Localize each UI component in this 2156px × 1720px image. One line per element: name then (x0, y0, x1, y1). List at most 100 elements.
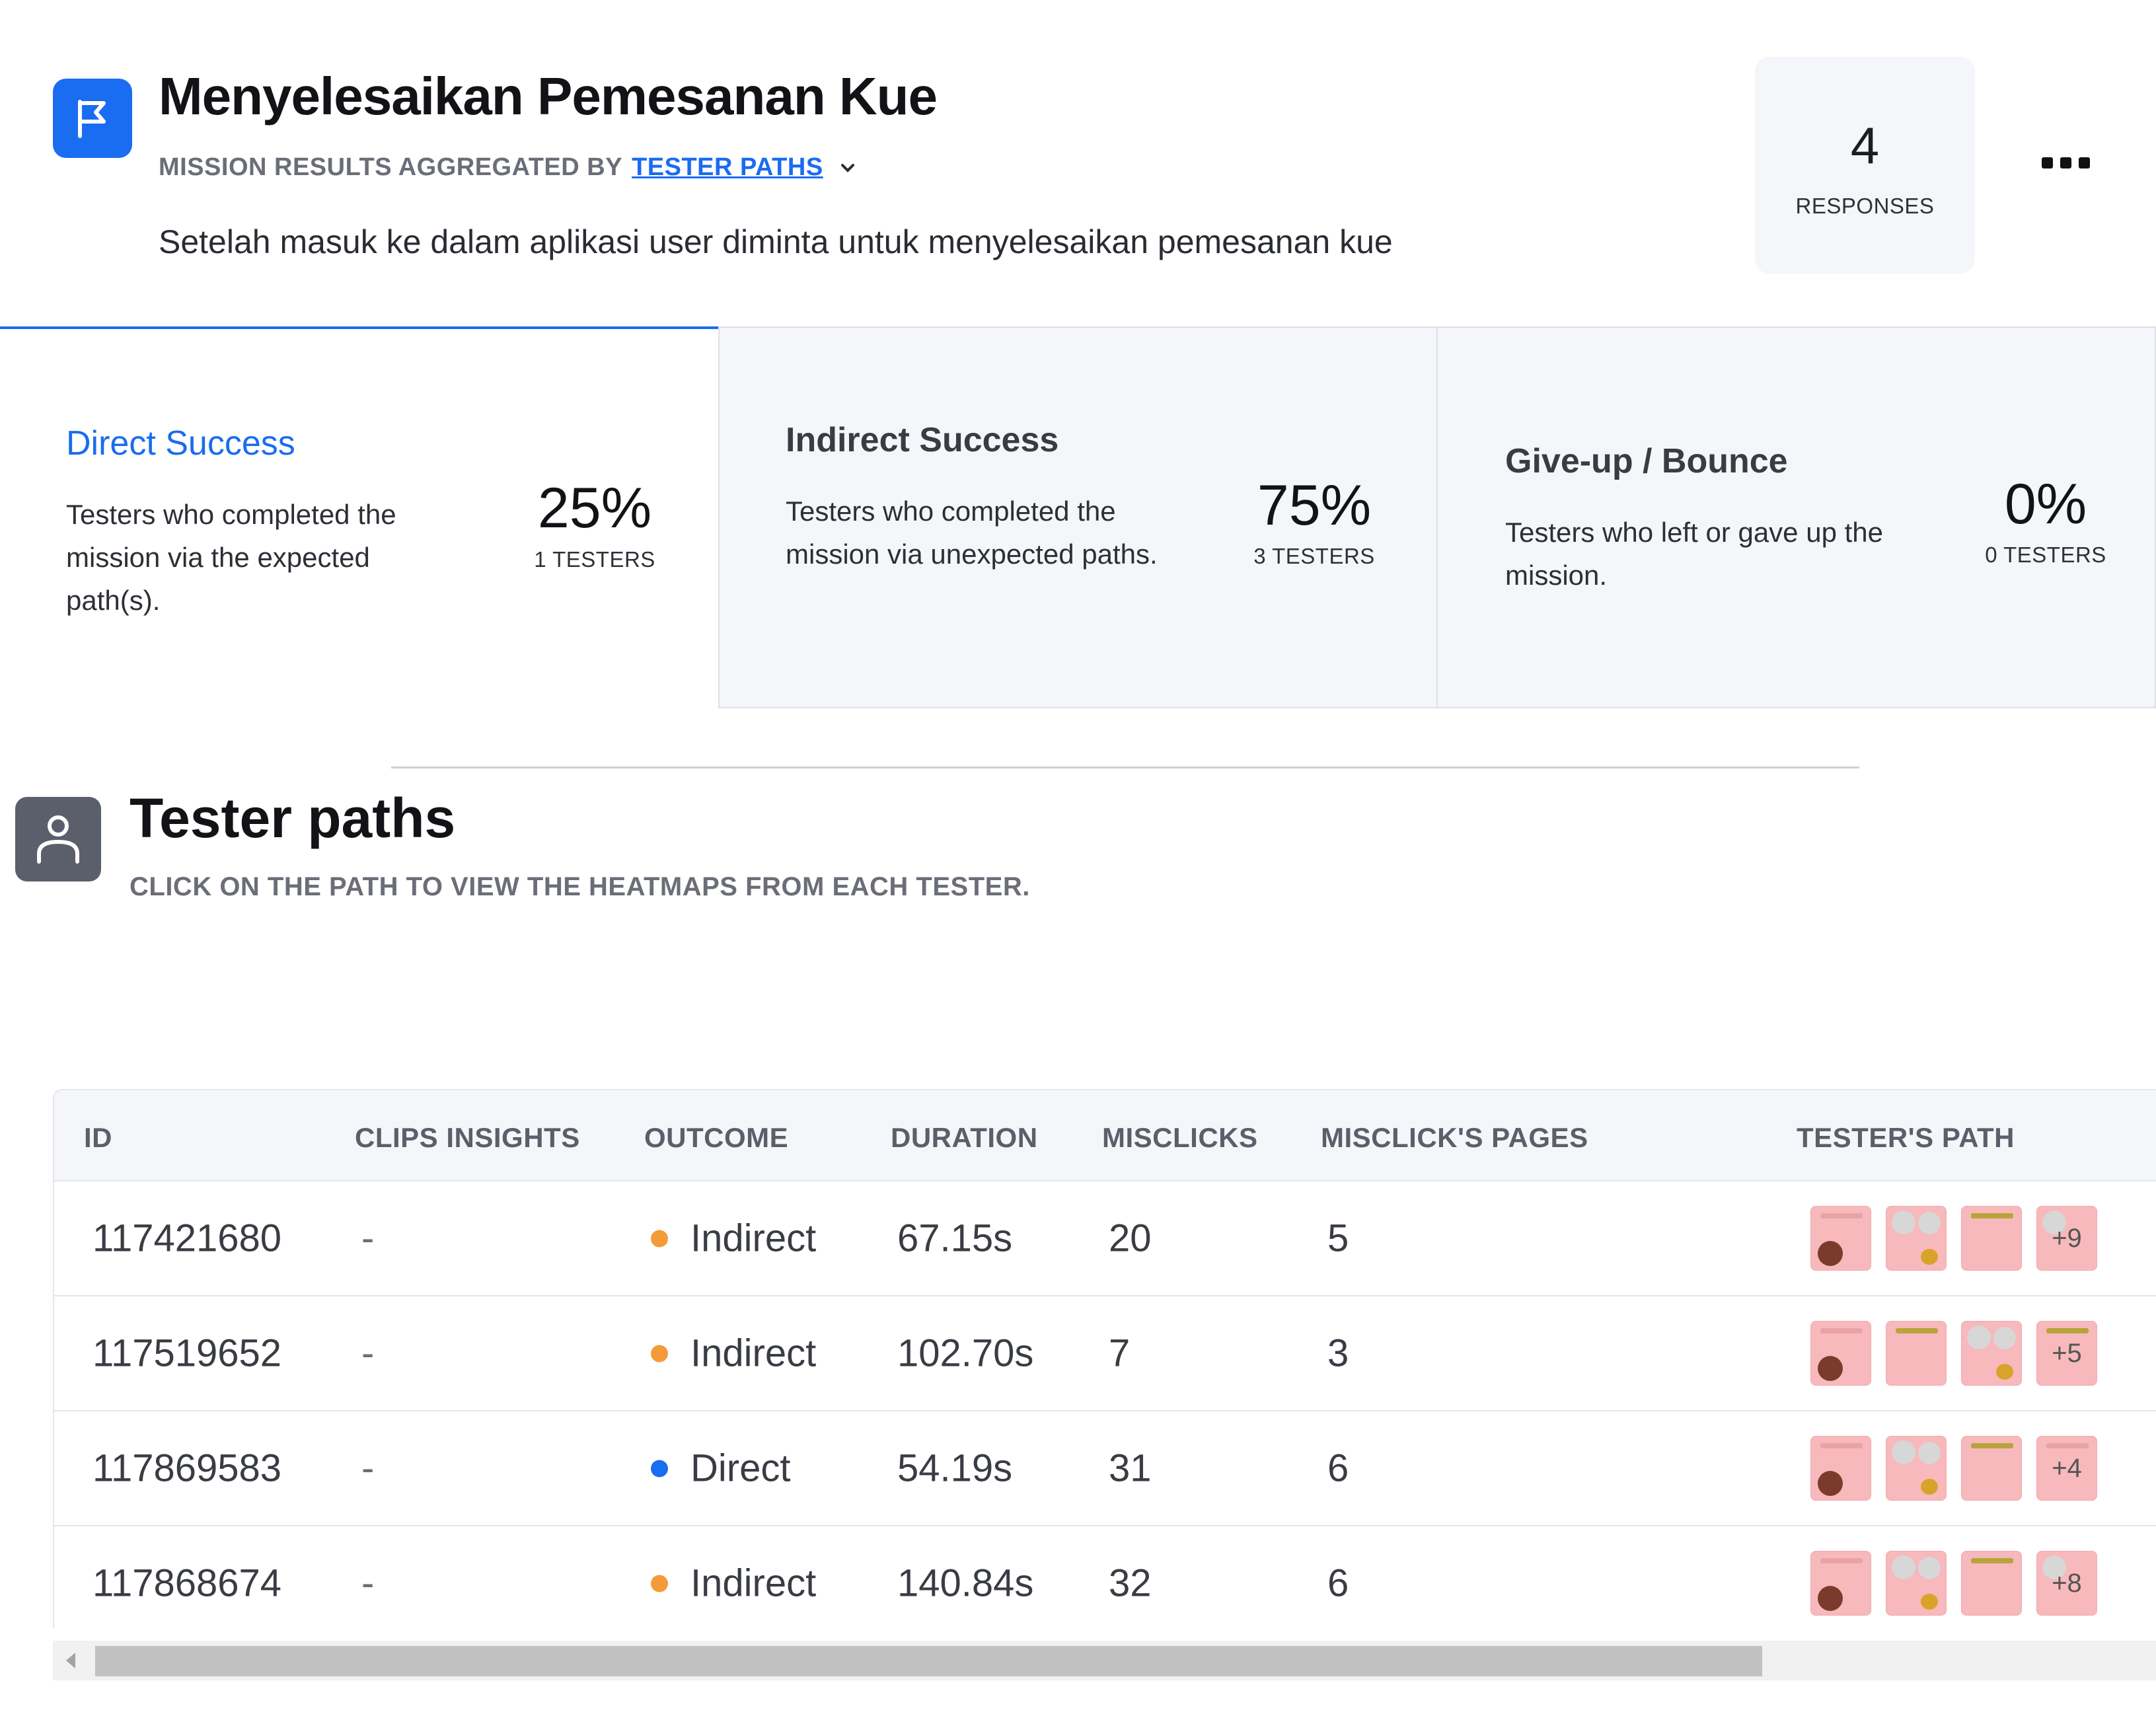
responses-count: 4 (1850, 116, 1880, 174)
outcome-description: Testers who completed the mission via un… (786, 496, 1158, 570)
path-thumbnail[interactable] (1886, 1321, 1947, 1386)
more-options-button[interactable] (2042, 149, 2108, 176)
outcome-label: Direct (690, 1446, 791, 1490)
outcome-percent: 25% (537, 476, 652, 540)
cell-duration: 67.15s (897, 1216, 1013, 1260)
path-thumbnail[interactable] (1886, 1551, 1947, 1616)
cell-outcome: Indirect (651, 1216, 816, 1261)
path-thumbnail-more[interactable]: +8 (2036, 1551, 2097, 1616)
outcome-dot (651, 1345, 668, 1362)
path-thumbnail[interactable] (1961, 1551, 2022, 1616)
table-row[interactable]: 117868674 - Indirect 140.84s 32 6 +8 (54, 1526, 2156, 1628)
cell-misclicks: 20 (1109, 1216, 1152, 1260)
column-header-tester-path[interactable]: TESTER'S PATH (1797, 1122, 2015, 1154)
path-thumbnail-more[interactable]: +5 (2036, 1321, 2097, 1386)
horizontal-scrollbar[interactable] (53, 1641, 2156, 1680)
cell-misclick-pages: 6 (1327, 1446, 1349, 1490)
outcome-dot (651, 1230, 668, 1247)
path-thumbnail-more[interactable]: +9 (2036, 1206, 2097, 1271)
mission-description: Setelah masuk ke dalam aplikasi user dim… (159, 223, 1393, 260)
scroll-left-icon[interactable] (66, 1653, 75, 1668)
outcome-title: Indirect Success (786, 421, 1059, 459)
table-row[interactable]: 117519652 - Indirect 102.70s 7 3 +5 (54, 1296, 2156, 1411)
mission-title: Menyelesaikan Pemesanan Kue (159, 67, 938, 126)
outcome-label: Indirect (690, 1561, 817, 1605)
cell-clips: - (361, 1561, 375, 1605)
cell-id: 117519652 (93, 1331, 282, 1375)
cell-clips: - (361, 1446, 375, 1490)
column-header-clips[interactable]: CLIPS INSIGHTS (355, 1122, 580, 1154)
responses-label: RESPONSES (1795, 194, 1935, 218)
section-divider (391, 767, 1859, 768)
table-row[interactable]: 117869583 - Direct 54.19s 31 6 +4 (54, 1411, 2156, 1526)
path-thumbnail[interactable] (1886, 1436, 1947, 1501)
outcome-summary: Direct Success Testers who completed the… (0, 326, 2156, 708)
more-count: +9 (2052, 1223, 2082, 1253)
cell-clips: - (361, 1216, 375, 1260)
cell-outcome: Indirect (651, 1561, 816, 1606)
outcome-label: Indirect (690, 1216, 817, 1260)
tester-path-thumbnails[interactable]: +4 (1810, 1436, 2097, 1501)
cell-misclicks: 31 (1109, 1446, 1152, 1490)
path-thumbnail[interactable] (1961, 1436, 2022, 1501)
more-count: +5 (2052, 1338, 2082, 1368)
more-dot (2060, 157, 2071, 168)
path-thumbnail[interactable] (1961, 1321, 2022, 1386)
table-header: ID CLIPS INSIGHTS OUTCOME DURATION MISCL… (54, 1090, 2156, 1181)
column-header-id[interactable]: ID (84, 1122, 112, 1154)
mission-subtitle: MISSION RESULTS AGGREGATED BY TESTER PAT… (159, 153, 858, 182)
outcome-title: Give-up / Bounce (1505, 442, 1788, 480)
cell-duration: 102.70s (897, 1331, 1034, 1375)
cell-misclicks: 32 (1109, 1561, 1152, 1605)
path-thumbnail[interactable] (1961, 1206, 2022, 1271)
outcome-card-giveup[interactable]: Give-up / Bounce Testers who left or gav… (1438, 326, 2156, 708)
path-thumbnail[interactable] (1810, 1551, 1871, 1616)
path-thumbnail[interactable] (1886, 1206, 1947, 1271)
column-header-misclicks[interactable]: MISCLICKS (1102, 1122, 1258, 1154)
more-horizontal-icon (2042, 157, 2053, 168)
outcome-count: 1 TESTERS (534, 547, 655, 572)
outcome-title: Direct Success (66, 424, 295, 463)
tester-path-thumbnails[interactable]: +5 (1810, 1321, 2097, 1386)
table-row[interactable]: 117421680 - Indirect 67.15s 20 5 +9 (54, 1181, 2156, 1296)
person-icon (15, 797, 101, 881)
path-thumbnail[interactable] (1810, 1321, 1871, 1386)
more-dot (2079, 157, 2090, 168)
cell-id: 117869583 (93, 1446, 282, 1490)
tester-path-thumbnails[interactable]: +9 (1810, 1206, 2097, 1271)
outcome-dot (651, 1575, 668, 1592)
column-header-duration[interactable]: DURATION (891, 1122, 1038, 1154)
cell-outcome: Indirect (651, 1331, 816, 1376)
section-subtitle: CLICK ON THE PATH TO VIEW THE HEATMAPS F… (130, 872, 1030, 901)
outcome-description: Testers who left or gave up the mission. (1505, 517, 1883, 591)
cell-duration: 140.84s (897, 1561, 1034, 1605)
outcome-percent: 0% (2004, 472, 2087, 536)
more-count: +8 (2052, 1568, 2082, 1598)
cell-misclick-pages: 5 (1327, 1216, 1349, 1260)
tester-path-thumbnails[interactable]: +8 (1810, 1551, 2097, 1616)
cell-id: 117868674 (93, 1561, 282, 1605)
outcome-percent: 75% (1257, 474, 1372, 537)
tester-paths-table: ID CLIPS INSIGHTS OUTCOME DURATION MISCL… (53, 1089, 2156, 1628)
responses-card: 4 RESPONSES (1755, 57, 1975, 274)
section-title: Tester paths (130, 787, 456, 849)
chevron-down-icon[interactable] (838, 158, 858, 178)
outcome-card-direct[interactable]: Direct Success Testers who completed the… (0, 326, 718, 708)
path-thumbnail[interactable] (1810, 1206, 1871, 1271)
cell-id: 117421680 (93, 1216, 282, 1260)
path-thumbnail[interactable] (1810, 1436, 1871, 1501)
outcome-label: Indirect (690, 1331, 817, 1375)
aggregation-link[interactable]: TESTER PATHS (632, 153, 823, 182)
cell-clips: - (361, 1331, 375, 1375)
outcome-count: 3 TESTERS (1253, 544, 1375, 568)
outcome-count: 0 TESTERS (1985, 542, 2106, 567)
path-thumbnail-more[interactable]: +4 (2036, 1436, 2097, 1501)
cell-duration: 54.19s (897, 1446, 1013, 1490)
cell-misclick-pages: 6 (1327, 1561, 1349, 1605)
column-header-misclick-pages[interactable]: MISCLICK'S PAGES (1321, 1122, 1588, 1154)
column-header-outcome[interactable]: OUTCOME (644, 1122, 788, 1154)
outcome-card-indirect[interactable]: Indirect Success Testers who completed t… (718, 326, 1438, 708)
flag-icon (53, 79, 132, 158)
scrollbar-thumb[interactable] (95, 1646, 1762, 1676)
mission-results-page: Menyelesaikan Pemesanan Kue MISSION RESU… (0, 0, 2156, 1720)
